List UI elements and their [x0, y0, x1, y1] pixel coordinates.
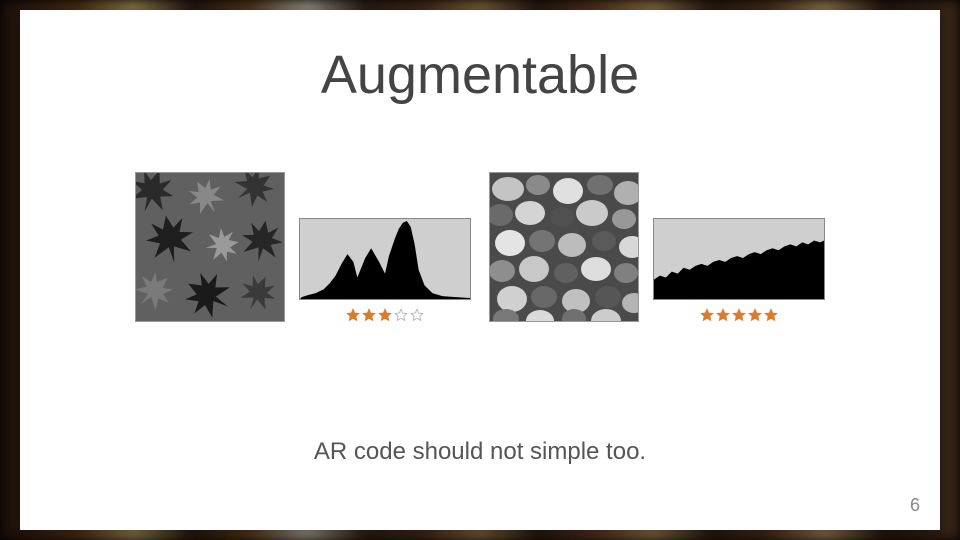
star-icon	[716, 308, 730, 322]
texture-image-leaves	[135, 172, 285, 322]
star-icon	[700, 308, 714, 322]
rating-stars-1	[346, 308, 424, 322]
content-row	[20, 172, 940, 322]
histogram-stack-2	[653, 218, 825, 322]
slide-title: Augmentable	[20, 44, 940, 106]
texture-image-pebbles	[489, 172, 639, 322]
example-group-1	[135, 172, 471, 322]
example-group-2	[489, 172, 825, 322]
star-icon	[764, 308, 778, 322]
slide-card: Augmentable	[20, 10, 940, 530]
star-icon	[394, 308, 408, 322]
page-number: 6	[910, 495, 920, 516]
star-icon	[748, 308, 762, 322]
star-icon	[732, 308, 746, 322]
star-icon	[378, 308, 392, 322]
star-icon	[362, 308, 376, 322]
histogram-stack-1	[299, 218, 471, 322]
slide-caption: AR code should not simple too.	[20, 438, 940, 466]
star-icon	[346, 308, 360, 322]
rating-stars-2	[700, 308, 778, 322]
histogram-image-2	[653, 218, 825, 300]
histogram-image-1	[299, 218, 471, 300]
star-icon	[410, 308, 424, 322]
